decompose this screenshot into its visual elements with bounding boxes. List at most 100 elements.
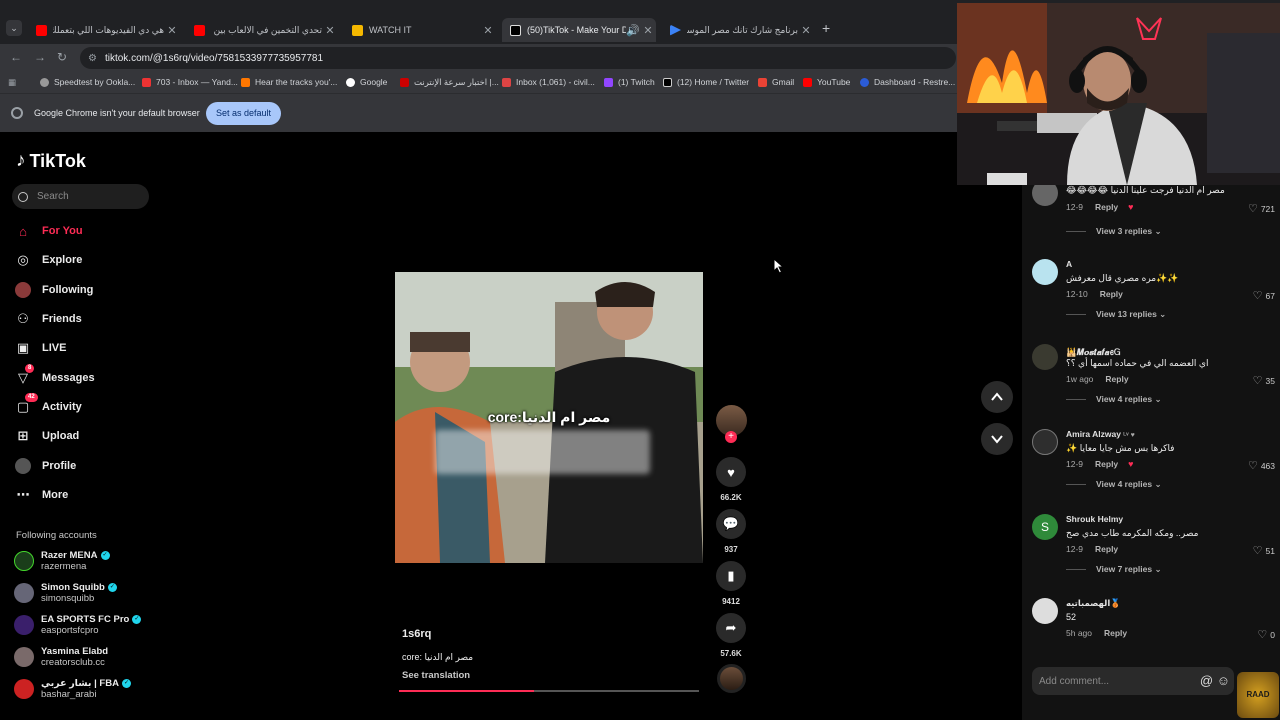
apps-grid-icon[interactable]: ▦ <box>8 77 16 88</box>
follow-plus-button[interactable]: + <box>725 431 737 443</box>
reply-button[interactable]: Reply <box>1104 628 1127 638</box>
browser-tab-3[interactable]: WATCH IT ✕ <box>344 18 496 42</box>
view-replies-button[interactable]: View 4 replies ⌄ <box>1066 479 1162 490</box>
nav-more[interactable]: ⋯ More <box>15 487 69 503</box>
following-account[interactable]: Yasmina Elabd creatorsclub.cc <box>14 646 108 668</box>
compass-icon: ◎ <box>17 252 29 267</box>
reply-button[interactable]: Reply <box>1095 202 1118 212</box>
emoji-icon[interactable]: ☺ <box>1217 673 1230 688</box>
view-replies-button[interactable]: View 4 replies ⌄ <box>1066 394 1162 405</box>
share-icon[interactable]: ➦ <box>716 613 746 643</box>
bookmark-yandex[interactable]: 703 - Inbox — Yand... <box>142 77 238 87</box>
view-replies-button[interactable]: View 7 replies ⌄ <box>1066 564 1162 575</box>
comment-like-button[interactable]: ♡ 721 <box>1248 202 1275 215</box>
set-default-button[interactable]: Set as default <box>206 102 281 125</box>
following-account[interactable]: بشار عربي | FBA ✓ bashar_arabi <box>14 678 131 700</box>
bookmark-label: (1) Twitch <box>618 77 655 87</box>
chevron-up-icon <box>991 392 1003 401</box>
comment-author[interactable]: Shrouk Helmy <box>1066 514 1123 524</box>
bookmark-gmail[interactable]: Gmail <box>758 77 794 87</box>
mention-icon[interactable]: @ <box>1200 673 1213 688</box>
comment-like-button[interactable]: ♡ 0 <box>1257 628 1275 641</box>
browser-tab-1[interactable]: هي دي الفيديوهات اللي بتعملك ✕ <box>28 18 180 42</box>
nav-following[interactable]: Following <box>15 282 93 298</box>
view-replies-button[interactable]: View 13 replies ⌄ <box>1066 309 1166 320</box>
nav-friends[interactable]: ⚇ Friends <box>15 311 82 327</box>
forward-arrow-icon[interactable]: → <box>34 50 46 64</box>
reply-button[interactable]: Reply <box>1105 374 1128 384</box>
bookmark-speedtest-ar[interactable]: اختبار سرعة الإنترنت |... <box>400 77 499 88</box>
comment-like-button[interactable]: ♡ 67 <box>1253 289 1275 302</box>
back-arrow-icon[interactable]: ← <box>10 50 22 64</box>
browser-tab-2[interactable]: تحدي التخمين في الالعاب بين ص ✕ <box>186 18 338 42</box>
nav-activity[interactable]: ▢ 42 Activity <box>15 393 82 415</box>
video-username[interactable]: 1s6rq <box>402 628 431 640</box>
save-action[interactable]: ▮ 9412 <box>714 561 748 606</box>
bookmark-label: (12) Home / Twitter <box>677 77 750 87</box>
comment-date: 12-9 <box>1066 202 1084 212</box>
youtube-icon <box>803 77 812 87</box>
reload-icon[interactable]: ↻ <box>57 50 67 64</box>
speaker-icon[interactable]: 🔊 <box>626 24 640 37</box>
nav-upload[interactable]: ⊞ Upload <box>15 428 80 444</box>
comment-like-button[interactable]: ♡ 463 <box>1248 459 1275 472</box>
bookmark-twitter[interactable]: (12) Home / Twitter <box>663 77 749 87</box>
next-video-button[interactable] <box>981 423 1013 455</box>
bookmark-icon[interactable]: ▮ <box>716 561 746 591</box>
reply-button[interactable]: Reply <box>1100 289 1123 299</box>
video-player[interactable]: core:مصر ام الدنيا <box>395 272 703 563</box>
comment-action[interactable]: 💬 937 <box>714 509 748 554</box>
comment-author[interactable]: Amira Alzway ᴸᵛ ♥ <box>1066 429 1135 439</box>
nav-explore[interactable]: ◎ Explore <box>15 252 82 268</box>
twitch-icon <box>604 77 613 87</box>
see-translation-link[interactable]: See translation <box>402 670 470 681</box>
bookmark-google[interactable]: Google <box>346 77 387 87</box>
nav-for-you[interactable]: ⌂ For You <box>15 223 82 239</box>
bookmark-youtube[interactable]: YouTube <box>803 77 850 87</box>
video-progress-bar[interactable] <box>399 690 699 692</box>
bookmark-dashboard[interactable]: Dashboard - Restre... <box>860 77 955 87</box>
comment-like-button[interactable]: ♡ 51 <box>1253 544 1275 557</box>
like-action[interactable]: ♥ 66.2K <box>714 457 748 502</box>
comment-author[interactable]: الهصمباتيه🥉 <box>1066 598 1121 609</box>
nav-live[interactable]: ▣ LIVE <box>15 340 67 356</box>
bookmark-twitch[interactable]: (1) Twitch <box>604 77 655 87</box>
following-account[interactable]: Razer MENA ✓ razermena <box>14 550 110 572</box>
close-icon[interactable]: ✕ <box>798 24 814 37</box>
account-handle: razermena <box>41 561 87 572</box>
view-replies-button[interactable]: View 3 replies ⌄ <box>1066 226 1162 237</box>
bookmark-soundcloud[interactable]: Hear the tracks you'... <box>241 77 337 87</box>
search-input[interactable]: Search <box>12 184 149 209</box>
music-disc-icon[interactable] <box>717 664 746 693</box>
browser-tab-4[interactable]: (50)TikTok - Make Your Day 🔊 ✕ <box>502 18 656 42</box>
bookmark-inbox[interactable]: Inbox (1,061) - civil... <box>502 77 595 87</box>
browser-tab-5[interactable]: برنامج شارك تانك مصر الموسم ا ✕ <box>662 18 814 42</box>
nav-messages[interactable]: ▽ 8 Messages <box>15 364 95 386</box>
close-icon[interactable]: ✕ <box>164 24 180 37</box>
reply-button[interactable]: Reply <box>1095 544 1118 554</box>
add-comment-input[interactable]: Add comment... @ ☺ <box>1032 667 1234 695</box>
comment-icon[interactable]: 💬 <box>716 509 746 539</box>
comment-author[interactable]: A <box>1066 259 1072 269</box>
tab-title: (50)TikTok - Make Your Day <box>527 25 626 35</box>
save-count: 9412 <box>722 597 740 606</box>
reply-button[interactable]: Reply <box>1095 459 1118 469</box>
close-icon[interactable]: ✕ <box>322 24 338 37</box>
mouse-cursor-icon <box>773 258 785 274</box>
share-action[interactable]: ➦ 57.6K <box>714 613 748 658</box>
site-info-icon[interactable]: ⚙ <box>88 53 97 64</box>
comment-like-button[interactable]: ♡ 35 <box>1253 374 1275 387</box>
heart-icon[interactable]: ♥ <box>716 457 746 487</box>
following-account[interactable]: Simon Squibb ✓ simonsquibb <box>14 582 117 604</box>
new-tab-button[interactable]: + <box>822 20 830 36</box>
nav-profile[interactable]: Profile <box>15 458 76 474</box>
close-icon[interactable]: ✕ <box>640 24 656 37</box>
close-icon[interactable]: ✕ <box>480 24 496 37</box>
bookmark-label: Inbox (1,061) - civil... <box>516 77 595 87</box>
bookmark-speedtest[interactable]: Speedtest by Ookla... <box>40 77 135 87</box>
tiktok-logo[interactable]: ♪ TikTok <box>16 150 86 172</box>
previous-video-button[interactable] <box>981 381 1013 413</box>
tab-search-dropdown-icon[interactable]: ⌄ <box>6 20 22 36</box>
following-account[interactable]: EA SPORTS FC Pro ✓ easportsfcpro <box>14 614 142 636</box>
address-bar[interactable]: ⚙ tiktok.com/@1s6rq/video/75815339777359… <box>80 47 956 69</box>
